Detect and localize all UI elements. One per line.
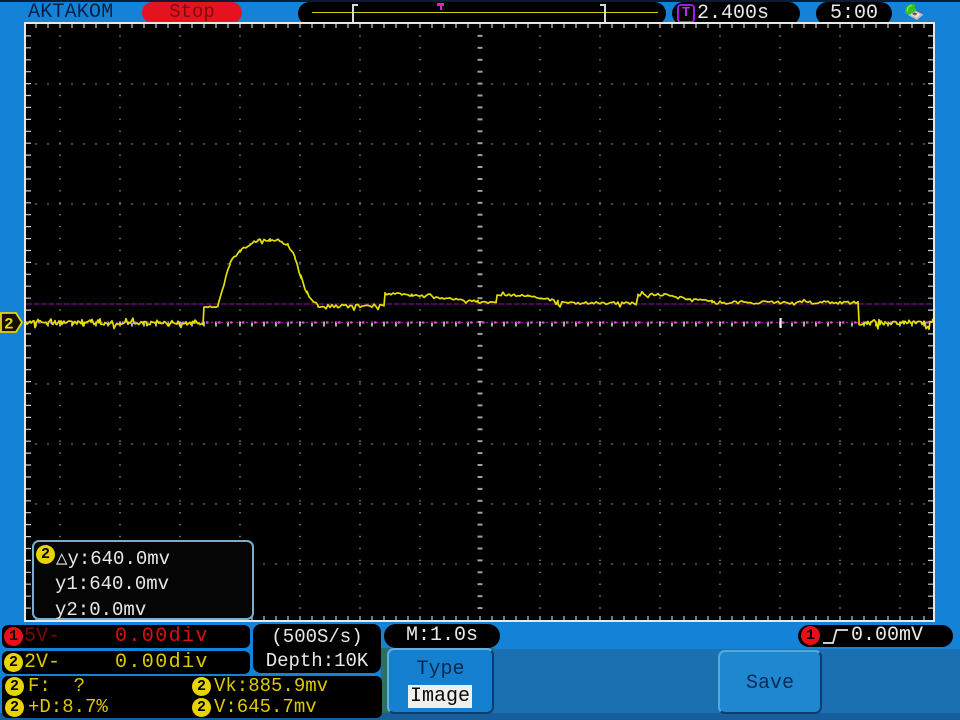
svg-text:2: 2 (4, 316, 14, 334)
